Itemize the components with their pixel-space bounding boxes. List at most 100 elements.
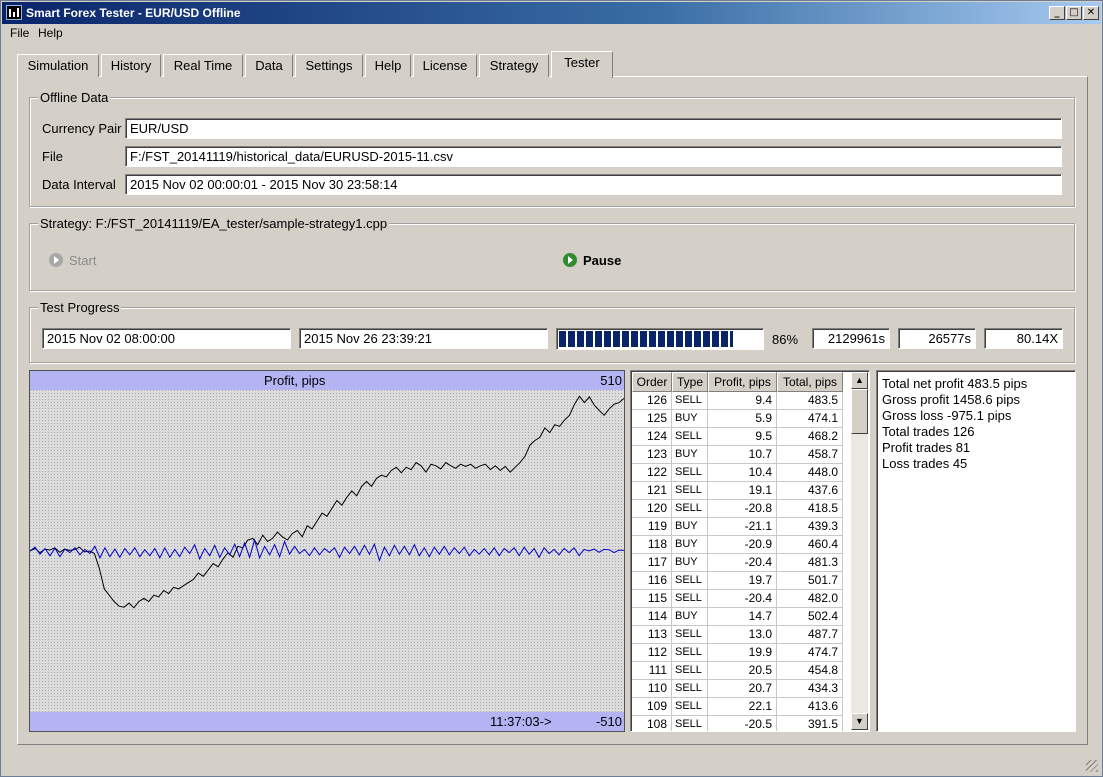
trade-total: 474.7 bbox=[777, 644, 843, 662]
trade-total: 448.0 bbox=[777, 464, 843, 482]
column-header-type[interactable]: Type bbox=[672, 372, 708, 392]
trades-scrollbar[interactable]: ▲ ▼ bbox=[851, 372, 868, 730]
tab-history[interactable]: History bbox=[101, 54, 161, 77]
table-row[interactable]: 113 SELL 13.0 487.7 bbox=[632, 626, 843, 644]
trade-order: 113 bbox=[632, 626, 672, 644]
column-header-order[interactable]: Order bbox=[632, 372, 672, 392]
tab-data[interactable]: Data bbox=[245, 54, 293, 77]
offline-data-legend: Offline Data bbox=[38, 90, 111, 105]
progress-percent: 86% bbox=[772, 332, 799, 347]
currency-pair-field[interactable]: EUR/USD bbox=[125, 118, 1062, 139]
trade-order: 118 bbox=[632, 536, 672, 554]
trade-type: SELL bbox=[672, 590, 708, 608]
scroll-down-icon[interactable]: ▼ bbox=[851, 713, 868, 730]
trade-type: SELL bbox=[672, 500, 708, 518]
trades-table[interactable]: Order Type Profit, pips Total, pips 126 S… bbox=[630, 370, 870, 732]
file-field[interactable]: F:/FST_20141119/historical_data/EURUSD-2… bbox=[125, 146, 1062, 167]
tab-strategy[interactable]: Strategy bbox=[479, 54, 549, 77]
trade-total: 483.5 bbox=[777, 392, 843, 410]
trade-profit: -20.4 bbox=[708, 590, 777, 608]
table-row[interactable]: 116 SELL 19.7 501.7 bbox=[632, 572, 843, 590]
trade-profit: 5.9 bbox=[708, 410, 777, 428]
trade-order: 112 bbox=[632, 644, 672, 662]
elapsed-field[interactable]: 2129961s bbox=[812, 328, 890, 349]
pause-button[interactable]: Pause bbox=[563, 253, 621, 268]
table-row[interactable]: 109 SELL 22.1 413.6 bbox=[632, 698, 843, 716]
remaining-field[interactable]: 26577s bbox=[898, 328, 976, 349]
app-icon bbox=[6, 5, 22, 20]
resize-grip-icon[interactable] bbox=[1086, 760, 1098, 772]
pause-label: Pause bbox=[583, 253, 622, 268]
trade-profit: 20.5 bbox=[708, 662, 777, 680]
trade-total: 474.1 bbox=[777, 410, 843, 428]
trade-order: 123 bbox=[632, 446, 672, 464]
table-row[interactable]: 124 SELL 9.5 468.2 bbox=[632, 428, 843, 446]
table-row[interactable]: 110 SELL 20.7 434.3 bbox=[632, 680, 843, 698]
scroll-up-icon[interactable]: ▲ bbox=[851, 372, 868, 389]
tab-license[interactable]: License bbox=[413, 54, 477, 77]
table-row[interactable]: 119 BUY -21.1 439.3 bbox=[632, 518, 843, 536]
menu-file[interactable]: File bbox=[10, 26, 29, 40]
table-row[interactable]: 121 SELL 19.1 437.6 bbox=[632, 482, 843, 500]
data-interval-field[interactable]: 2015 Nov 02 00:00:01 - 2015 Nov 30 23:58… bbox=[125, 174, 1062, 195]
trade-type: BUY bbox=[672, 410, 708, 428]
column-header-total[interactable]: Total, pips bbox=[777, 372, 843, 392]
tab-help[interactable]: Help bbox=[365, 54, 411, 77]
minimize-icon[interactable]: _ bbox=[1049, 6, 1065, 20]
speed-field[interactable]: 80.14X bbox=[984, 328, 1063, 349]
table-row[interactable]: 114 BUY 14.7 502.4 bbox=[632, 608, 843, 626]
summary-gross-profit: Gross profit 1458.6 pips bbox=[882, 392, 1021, 407]
summary-net-profit: Total net profit 483.5 pips bbox=[882, 376, 1028, 391]
trade-type: BUY bbox=[672, 518, 708, 536]
table-row[interactable]: 126 SELL 9.4 483.5 bbox=[632, 392, 843, 410]
trade-total: 458.7 bbox=[777, 446, 843, 464]
trade-total: 482.0 bbox=[777, 590, 843, 608]
tab-settings[interactable]: Settings bbox=[295, 54, 363, 77]
trade-total: 454.8 bbox=[777, 662, 843, 680]
table-row[interactable]: 108 SELL -20.5 391.5 bbox=[632, 716, 843, 731]
trades-table-header: Order Type Profit, pips Total, pips bbox=[632, 372, 843, 392]
trade-order: 109 bbox=[632, 698, 672, 716]
table-row[interactable]: 115 SELL -20.4 482.0 bbox=[632, 590, 843, 608]
tab-real-time[interactable]: Real Time bbox=[163, 54, 243, 77]
trade-type: SELL bbox=[672, 662, 708, 680]
table-row[interactable]: 125 BUY 5.9 474.1 bbox=[632, 410, 843, 428]
tab-simulation[interactable]: Simulation bbox=[17, 54, 99, 77]
table-row[interactable]: 120 SELL -20.8 418.5 bbox=[632, 500, 843, 518]
maximize-icon[interactable]: □ bbox=[1066, 6, 1082, 20]
strategy-group: Strategy: F:/FST_20141119/EA_tester/samp… bbox=[29, 216, 1075, 291]
table-row[interactable]: 112 SELL 19.9 474.7 bbox=[632, 644, 843, 662]
tab-tester[interactable]: Tester bbox=[551, 51, 613, 78]
trade-profit: 9.4 bbox=[708, 392, 777, 410]
trade-total: 439.3 bbox=[777, 518, 843, 536]
scroll-thumb[interactable] bbox=[851, 389, 868, 434]
table-row[interactable]: 117 BUY -20.4 481.3 bbox=[632, 554, 843, 572]
trade-type: SELL bbox=[672, 644, 708, 662]
test-progress-legend: Test Progress bbox=[38, 300, 122, 315]
trade-total: 502.4 bbox=[777, 608, 843, 626]
menu-help[interactable]: Help bbox=[38, 26, 63, 40]
trade-order: 115 bbox=[632, 590, 672, 608]
progress-start-field[interactable]: 2015 Nov 02 08:00:00 bbox=[42, 328, 291, 349]
table-row[interactable]: 111 SELL 20.5 454.8 bbox=[632, 662, 843, 680]
trade-type: SELL bbox=[672, 698, 708, 716]
trade-type: SELL bbox=[672, 626, 708, 644]
column-header-profit[interactable]: Profit, pips bbox=[708, 372, 777, 392]
chart-y-max-label: 510 bbox=[600, 373, 622, 388]
trade-profit: 14.7 bbox=[708, 608, 777, 626]
progress-current-field[interactable]: 2015 Nov 26 23:39:21 bbox=[299, 328, 548, 349]
trade-order: 114 bbox=[632, 608, 672, 626]
trade-profit: 13.0 bbox=[708, 626, 777, 644]
chart-top-band: Profit, pips 510 bbox=[30, 371, 624, 390]
start-button[interactable]: Start bbox=[49, 253, 96, 268]
trade-type: BUY bbox=[672, 536, 708, 554]
close-icon[interactable]: ✕ bbox=[1083, 6, 1099, 20]
chart-plot-area bbox=[30, 390, 624, 712]
table-row[interactable]: 118 BUY -20.9 460.4 bbox=[632, 536, 843, 554]
strategy-legend: Strategy: F:/FST_20141119/EA_tester/samp… bbox=[38, 216, 390, 231]
table-row[interactable]: 123 BUY 10.7 458.7 bbox=[632, 446, 843, 464]
table-row[interactable]: 122 SELL 10.4 448.0 bbox=[632, 464, 843, 482]
trade-profit: 19.9 bbox=[708, 644, 777, 662]
trade-type: BUY bbox=[672, 608, 708, 626]
chart-title: Profit, pips bbox=[264, 373, 326, 388]
